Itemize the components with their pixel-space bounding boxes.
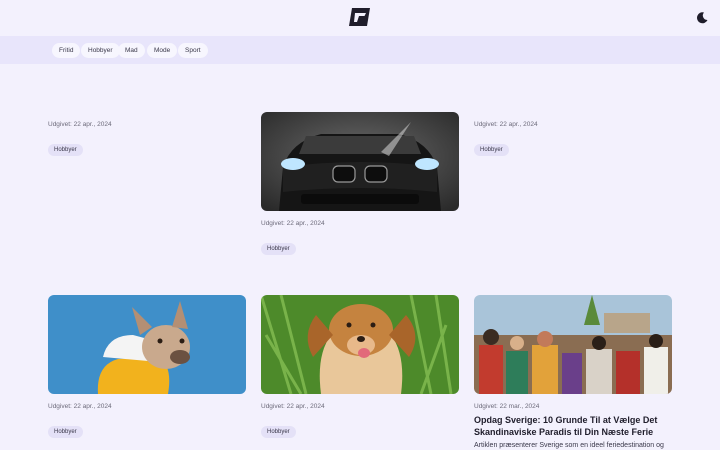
article-tag[interactable]: Hobbyer — [474, 144, 509, 156]
article-date: Udgivet: 22 apr., 2024 — [48, 121, 112, 128]
article-card[interactable]: Udgivet: 22 apr., 2024 Hobbyer — [261, 112, 459, 257]
article-card[interactable]: Udgivet: 22 mar., 2024 Opdag Sverige: 10… — [474, 295, 672, 450]
article-image-festival[interactable] — [474, 295, 672, 394]
category-pill-mode[interactable]: Mode — [147, 43, 178, 58]
article-card[interactable]: Udgivet: 22 apr., 2024 Hobbyer — [48, 112, 246, 172]
article-tag[interactable]: Hobbyer — [48, 426, 83, 438]
moon-icon[interactable] — [695, 11, 709, 25]
article-card[interactable]: Udgivet: 22 apr., 2024 Hobbyer — [261, 295, 459, 445]
article-card[interactable]: Udgivet: 22 apr., 2024 Hobbyer — [48, 295, 246, 445]
article-excerpt: Artiklen præsenterer Sverige som en idee… — [474, 442, 664, 449]
article-card[interactable]: Udgivet: 22 apr., 2024 Hobbyer — [474, 112, 672, 172]
article-tag[interactable]: Hobbyer — [261, 426, 296, 438]
article-date: Udgivet: 22 apr., 2024 — [261, 403, 325, 410]
article-image-car[interactable] — [261, 112, 459, 211]
article-date: Udgivet: 22 mar., 2024 — [474, 403, 540, 410]
category-pill-hobbyer[interactable]: Hobbyer — [81, 43, 120, 58]
article-date: Udgivet: 22 apr., 2024 — [48, 403, 112, 410]
category-pill-sport[interactable]: Sport — [178, 43, 208, 58]
category-pill-mad[interactable]: Mad — [118, 43, 145, 58]
brand-logo-icon[interactable] — [349, 8, 370, 26]
article-tag[interactable]: Hobbyer — [48, 144, 83, 156]
site-header — [0, 0, 720, 36]
article-date: Udgivet: 22 apr., 2024 — [261, 220, 325, 227]
article-image-dog-yellow-hoodie[interactable] — [48, 295, 246, 394]
article-date: Udgivet: 22 apr., 2024 — [474, 121, 538, 128]
category-pill-fritid[interactable]: Fritid — [52, 43, 81, 58]
article-tag[interactable]: Hobbyer — [261, 243, 296, 255]
article-title[interactable]: Opdag Sverige: 10 Grunde Til at Vælge De… — [474, 414, 672, 438]
article-image-dog-grass[interactable] — [261, 295, 459, 394]
